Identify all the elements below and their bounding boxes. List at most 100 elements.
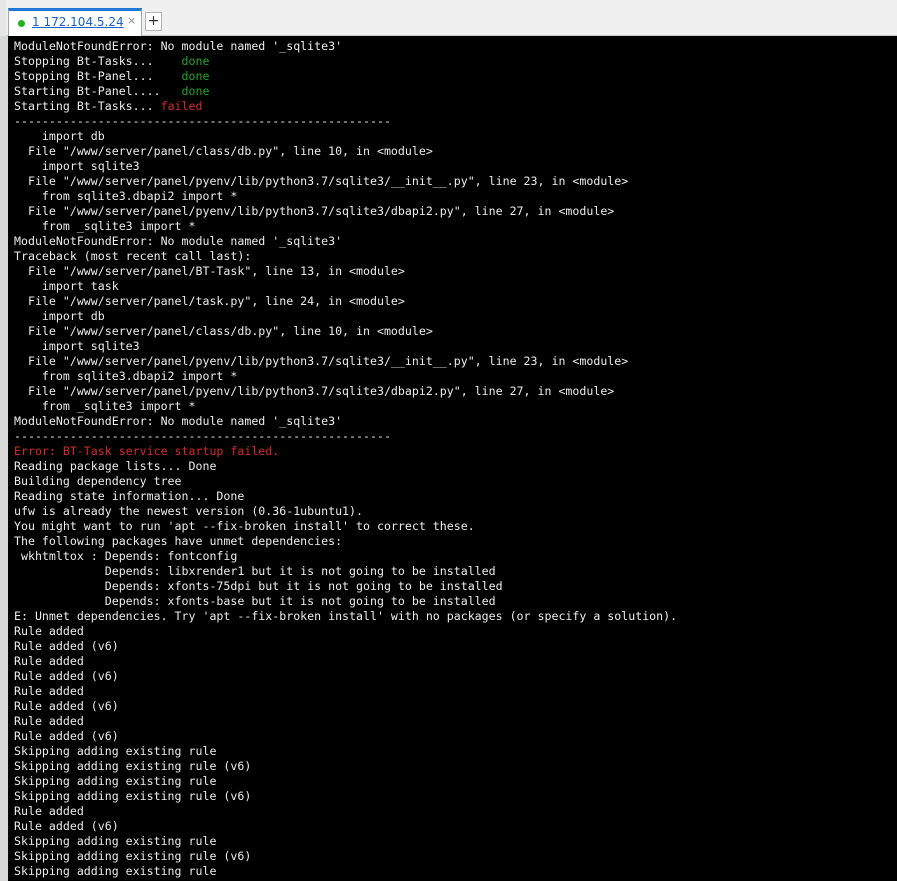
add-tab-button[interactable]: +: [145, 12, 162, 31]
session-tab-bar: 1 172.104.5.24 × +: [0, 0, 897, 36]
terminal-text: File "/www/server/panel/class/db.py", li…: [14, 144, 433, 158]
terminal-text: ----------------------------------------…: [14, 114, 391, 128]
terminal-line: ModuleNotFoundError: No module named '_s…: [14, 39, 677, 54]
terminal-text: Starting Bt-Tasks...: [14, 99, 161, 113]
terminal-line: from sqlite3.dbapi2 import *: [14, 189, 677, 204]
terminal-line: Error: BT-Task service startup failed.: [14, 444, 677, 459]
terminal-text: Depends: libxrender1 but it is not going…: [14, 564, 496, 578]
terminal-line: E: Unmet dependencies. Try 'apt --fix-br…: [14, 609, 677, 624]
terminal-line: ----------------------------------------…: [14, 429, 677, 444]
terminal-line: ModuleNotFoundError: No module named '_s…: [14, 234, 677, 249]
terminal-text: File "/www/server/panel/class/db.py", li…: [14, 324, 433, 338]
terminal-text: Rule added: [14, 804, 84, 818]
terminal-text: ufw is already the newest version (0.36-…: [14, 504, 364, 518]
status-done-text: done: [181, 54, 210, 68]
terminal-text: import sqlite3: [14, 159, 140, 173]
terminal-text: Rule added (v6): [14, 819, 119, 833]
terminal-text: Skipping adding existing rule (v6): [14, 849, 252, 863]
terminal-text: from _sqlite3 import *: [14, 219, 196, 233]
terminal-line: ufw is already the newest version (0.36-…: [14, 504, 677, 519]
terminal-line: Rule added: [14, 684, 677, 699]
terminal-text: You might want to run 'apt --fix-broken …: [14, 519, 475, 533]
terminal-text: from _sqlite3 import *: [14, 399, 196, 413]
terminal-line: File "/www/server/panel/class/db.py", li…: [14, 324, 677, 339]
session-tab-label[interactable]: 1 172.104.5.24: [32, 15, 124, 29]
terminal-line: Building dependency tree: [14, 474, 677, 489]
terminal-line: Skipping adding existing rule (v6): [14, 759, 677, 774]
terminal-text: Skipping adding existing rule: [14, 774, 217, 788]
terminal-line: Rule added (v6): [14, 639, 677, 654]
terminal-text: ModuleNotFoundError: No module named '_s…: [14, 414, 343, 428]
terminal-text: Traceback (most recent call last):: [14, 249, 252, 263]
terminal-text: File "/www/server/panel/pyenv/lib/python…: [14, 174, 629, 188]
terminal-text: Skipping adding existing rule: [14, 864, 217, 878]
terminal-line: Stopping Bt-Panel... done: [14, 69, 677, 84]
terminal-line: import task: [14, 279, 677, 294]
terminal-text: Building dependency tree: [14, 474, 182, 488]
terminal-gutter: [0, 36, 8, 881]
terminal-line: File "/www/server/panel/task.py", line 2…: [14, 294, 677, 309]
terminal-text: File "/www/server/panel/task.py", line 2…: [14, 294, 405, 308]
terminal-text: Skipping adding existing rule: [14, 834, 217, 848]
terminal-line: from sqlite3.dbapi2 import *: [14, 369, 677, 384]
terminal-line: Rule added (v6): [14, 729, 677, 744]
terminal-line: Rule added (v6): [14, 819, 677, 834]
terminal-text: Rule added (v6): [14, 729, 119, 743]
terminal-line: File "/www/server/panel/pyenv/lib/python…: [14, 174, 677, 189]
terminal-line: You might want to run 'apt --fix-broken …: [14, 519, 677, 534]
terminal-line: Skipping adding existing rule: [14, 744, 677, 759]
terminal-text: File "/www/server/panel/pyenv/lib/python…: [14, 354, 629, 368]
terminal-text: Stopping Bt-Tasks...: [14, 54, 182, 68]
terminal-line: Traceback (most recent call last):: [14, 249, 677, 264]
terminal-line: Rule added: [14, 804, 677, 819]
terminal-text: Depends: xfonts-75dpi but it is not goin…: [14, 579, 503, 593]
close-icon[interactable]: ×: [127, 14, 136, 27]
terminal-output[interactable]: ModuleNotFoundError: No module named '_s…: [0, 36, 897, 881]
terminal-line: File "/www/server/panel/class/db.py", li…: [14, 144, 677, 159]
terminal-text: Rule added (v6): [14, 699, 119, 713]
terminal-text: ----------------------------------------…: [14, 429, 391, 443]
terminal-line: Reading state information... Done: [14, 489, 677, 504]
terminal-line: from _sqlite3 import *: [14, 219, 677, 234]
terminal-text: Rule added: [14, 714, 84, 728]
terminal-line: The following packages have unmet depend…: [14, 534, 677, 549]
terminal-lines: ModuleNotFoundError: No module named '_s…: [14, 39, 677, 879]
terminal-line: Skipping adding existing rule: [14, 864, 677, 879]
terminal-line: from _sqlite3 import *: [14, 399, 677, 414]
terminal-line: Depends: libxrender1 but it is not going…: [14, 564, 677, 579]
terminal-text: Starting Bt-Panel....: [14, 84, 182, 98]
terminal-text: import db: [14, 129, 105, 143]
terminal-window: 1 172.104.5.24 × + ModuleNotFoundError: …: [0, 0, 897, 881]
terminal-text: from sqlite3.dbapi2 import *: [14, 189, 238, 203]
terminal-line: ModuleNotFoundError: No module named '_s…: [14, 414, 677, 429]
terminal-line: ----------------------------------------…: [14, 114, 677, 129]
terminal-text: import sqlite3: [14, 339, 140, 353]
terminal-line: Reading package lists... Done: [14, 459, 677, 474]
terminal-text: import db: [14, 309, 105, 323]
tab-bar-edge: [0, 0, 6, 36]
terminal-text: File "/www/server/panel/BT-Task", line 1…: [14, 264, 405, 278]
terminal-text: Skipping adding existing rule (v6): [14, 759, 252, 773]
session-tab[interactable]: 1 172.104.5.24 ×: [8, 8, 142, 36]
terminal-text: wkhtmltox : Depends: fontconfig: [14, 549, 238, 563]
terminal-text: import task: [14, 279, 119, 293]
terminal-text: Depends: xfonts-base but it is not going…: [14, 594, 496, 608]
terminal-line: Starting Bt-Tasks... failed: [14, 99, 677, 114]
terminal-text: Rule added: [14, 684, 84, 698]
terminal-line: Rule added: [14, 624, 677, 639]
terminal-line: wkhtmltox : Depends: fontconfig: [14, 549, 677, 564]
terminal-text: Reading package lists... Done: [14, 459, 217, 473]
terminal-line: File "/www/server/panel/BT-Task", line 1…: [14, 264, 677, 279]
terminal-line: Skipping adding existing rule: [14, 774, 677, 789]
status-error-text: Error: BT-Task service startup failed.: [14, 444, 280, 458]
terminal-text: File "/www/server/panel/pyenv/lib/python…: [14, 204, 615, 218]
terminal-line: Rule added: [14, 714, 677, 729]
terminal-line: import sqlite3: [14, 159, 677, 174]
terminal-line: Depends: xfonts-base but it is not going…: [14, 594, 677, 609]
terminal-line: Starting Bt-Panel.... done: [14, 84, 677, 99]
terminal-text: Rule added (v6): [14, 639, 119, 653]
terminal-text: ModuleNotFoundError: No module named '_s…: [14, 39, 343, 53]
terminal-text: Reading state information... Done: [14, 489, 245, 503]
terminal-text: from sqlite3.dbapi2 import *: [14, 369, 238, 383]
terminal-text: Rule added (v6): [14, 669, 119, 683]
